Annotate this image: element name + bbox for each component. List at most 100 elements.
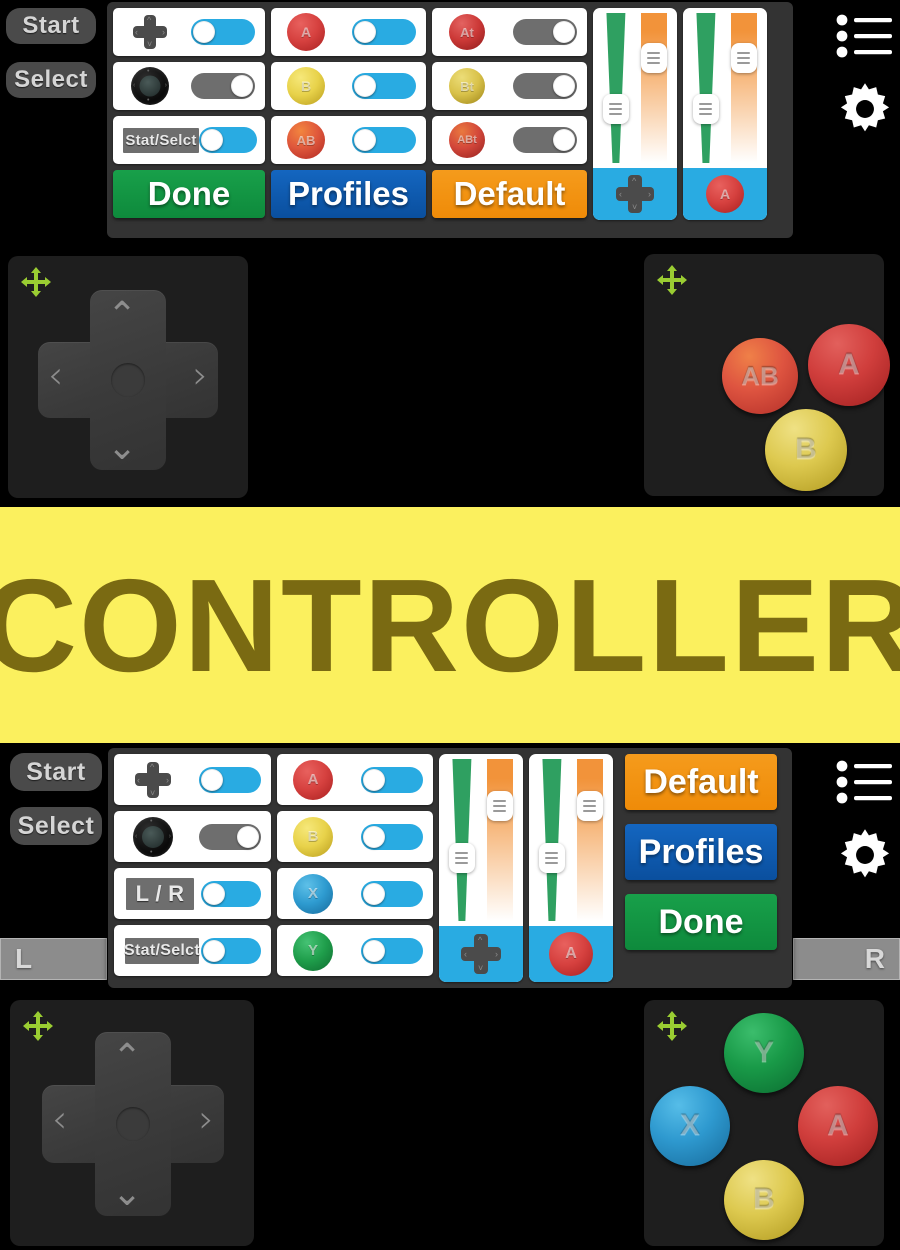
slider-foot-dpad[interactable]: ^ ˅ ‹ ›	[439, 926, 523, 982]
toggle-row-dpad[interactable]: ^ ˅ ‹ ›	[114, 754, 271, 805]
a-button[interactable]: A	[808, 324, 890, 406]
dpad-left-arrow[interactable]: ‹	[48, 356, 63, 394]
abt-toggle[interactable]	[513, 127, 577, 153]
r-shoulder-button[interactable]: R	[793, 938, 900, 980]
dpad-up-arrow[interactable]: ⌃	[112, 1040, 142, 1076]
at-button-icon: At	[449, 14, 485, 50]
select-label-bottom[interactable]: Select	[10, 807, 102, 845]
toggle-row-b[interactable]: B	[277, 811, 433, 862]
a-button[interactable]: A	[798, 1086, 878, 1166]
dpad-widget-bottom[interactable]: ⌃ ⌄ ‹ ›	[10, 1000, 254, 1246]
move-handle-icon[interactable]	[656, 264, 688, 301]
opacity-track[interactable]	[486, 759, 513, 921]
size-grip[interactable]	[602, 94, 629, 124]
list-menu-icon[interactable]	[836, 758, 894, 811]
toggle-row-ab[interactable]: AB	[271, 116, 426, 164]
toggle-row-at[interactable]: At	[432, 8, 587, 56]
start-select-toggle[interactable]	[199, 127, 257, 153]
toggle-row-abt[interactable]: ABt	[432, 116, 587, 164]
default-button-bottom[interactable]: Default	[625, 754, 777, 810]
x-button[interactable]: X	[650, 1086, 730, 1166]
default-button-label: Default	[453, 175, 566, 212]
dpad-right-arrow[interactable]: ›	[193, 356, 208, 394]
toggle-row-start-select[interactable]: Stat/Selct	[114, 925, 271, 976]
ab-toggle[interactable]	[352, 127, 416, 153]
opacity-grip[interactable]	[576, 791, 603, 822]
dpad-control[interactable]: ⌃ ⌄ ‹ ›	[38, 290, 218, 470]
done-button-top[interactable]: Done	[113, 170, 265, 218]
profiles-button-bottom[interactable]: Profiles	[625, 824, 777, 880]
size-track[interactable]	[692, 13, 719, 163]
toggle-row-start-select[interactable]: Stat/Selct	[113, 116, 265, 164]
dpad-widget-top[interactable]: ⌃ ⌄ ‹ ›	[8, 256, 248, 498]
dpad-right-arrow[interactable]: ›	[199, 1100, 214, 1138]
size-track[interactable]	[448, 759, 475, 921]
toggle-row-a[interactable]: A	[277, 754, 433, 805]
at-toggle[interactable]	[513, 19, 577, 45]
move-handle-icon[interactable]	[656, 1010, 688, 1047]
toggle-row-dpad[interactable]: ^ ˅ ‹ ›	[113, 8, 265, 56]
toggle-row-stick[interactable]: • • ‹ ›	[113, 62, 265, 110]
dpad-size-opacity-slider[interactable]: ^ ˅ ‹ ›	[593, 8, 677, 220]
a-toggle[interactable]	[361, 766, 423, 793]
dpad-left-arrow[interactable]: ‹	[52, 1100, 67, 1138]
list-menu-icon[interactable]	[836, 12, 894, 65]
gear-icon[interactable]	[837, 827, 893, 888]
action-buttons-widget-top[interactable]: AB A B	[644, 254, 890, 496]
size-grip[interactable]	[448, 843, 475, 874]
action-buttons-widget-bottom[interactable]: Y X A B	[644, 1000, 884, 1246]
toggle-row-lr[interactable]: L / R	[114, 868, 271, 919]
opacity-track[interactable]	[730, 13, 757, 163]
lr-toggle[interactable]	[201, 880, 261, 907]
toggle-row-bt[interactable]: Bt	[432, 62, 587, 110]
start-label-top[interactable]: Start	[6, 8, 96, 44]
toggle-row-stick[interactable]: • • ‹ ›	[114, 811, 271, 862]
size-track[interactable]	[602, 13, 629, 163]
dpad-down-arrow[interactable]: ⌄	[112, 1176, 142, 1212]
size-track[interactable]	[538, 759, 565, 921]
bt-toggle[interactable]	[513, 73, 577, 99]
ab-button[interactable]: AB	[722, 338, 798, 414]
opacity-grip[interactable]	[730, 43, 757, 73]
x-toggle[interactable]	[361, 880, 423, 907]
l-shoulder-button[interactable]: L	[0, 938, 107, 980]
gear-icon[interactable]	[837, 81, 893, 142]
b-toggle[interactable]	[352, 73, 416, 99]
opacity-grip[interactable]	[486, 791, 513, 822]
y-toggle[interactable]	[361, 937, 423, 964]
profiles-button-top[interactable]: Profiles	[271, 170, 426, 218]
dpad-down-arrow[interactable]: ⌄	[107, 430, 137, 466]
opacity-track[interactable]	[576, 759, 603, 921]
toggle-row-x[interactable]: X	[277, 868, 433, 919]
stick-toggle[interactable]	[191, 73, 255, 99]
size-grip[interactable]	[538, 843, 565, 874]
stick-toggle[interactable]	[199, 823, 261, 850]
slider-foot-dpad[interactable]: ^ ˅ ‹ ›	[593, 168, 677, 220]
select-label-top[interactable]: Select	[6, 62, 96, 98]
size-grip[interactable]	[692, 94, 719, 124]
slider-foot-a[interactable]: A	[529, 926, 613, 982]
start-select-toggle[interactable]	[201, 937, 261, 964]
toggle-row-b[interactable]: B	[271, 62, 426, 110]
dpad-size-opacity-slider[interactable]: ^ ˅ ‹ ›	[439, 754, 523, 982]
opacity-grip[interactable]	[640, 43, 667, 73]
a-button-size-opacity-slider[interactable]: A	[529, 754, 613, 982]
a-button-size-opacity-slider[interactable]: A	[683, 8, 767, 220]
b-button[interactable]: B	[724, 1160, 804, 1240]
opacity-track[interactable]	[640, 13, 667, 163]
done-button-bottom[interactable]: Done	[625, 894, 777, 950]
toggle-row-a[interactable]: A	[271, 8, 426, 56]
dpad-control[interactable]: ⌃ ⌄ ‹ ›	[42, 1032, 224, 1216]
b-toggle[interactable]	[361, 823, 423, 850]
start-label-bottom[interactable]: Start	[10, 753, 102, 791]
dpad-toggle[interactable]	[199, 766, 261, 793]
dpad-toggle[interactable]	[191, 19, 255, 45]
toggle-row-y[interactable]: Y	[277, 925, 433, 976]
a-toggle[interactable]	[352, 19, 416, 45]
y-button[interactable]: Y	[724, 1013, 804, 1093]
slider-foot-a[interactable]: A	[683, 168, 767, 220]
b-button[interactable]: B	[765, 409, 847, 491]
dpad-up-arrow[interactable]: ⌃	[107, 298, 137, 334]
b-button-icon: B	[293, 816, 333, 857]
default-button-top[interactable]: Default	[432, 170, 587, 218]
